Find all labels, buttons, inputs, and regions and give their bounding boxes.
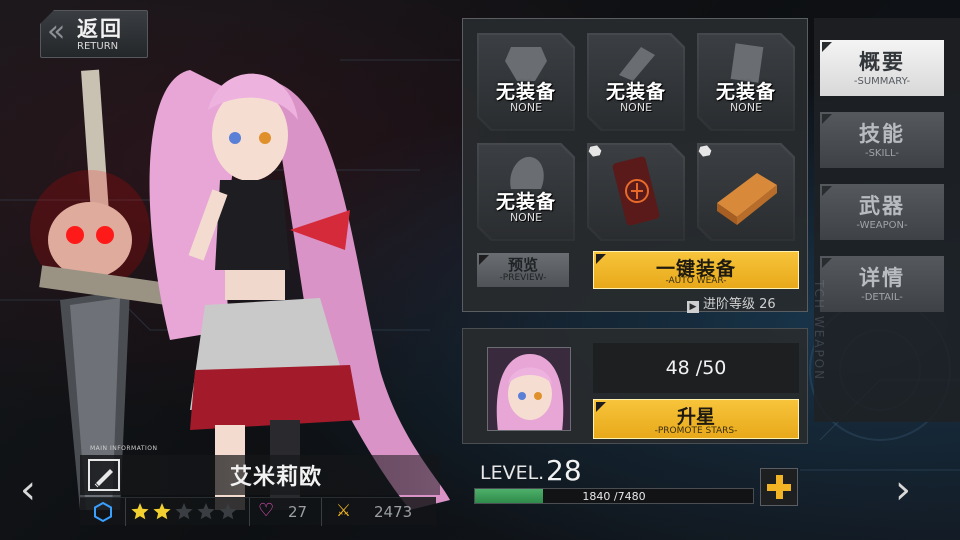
tab-weapon-sublabel: -WEAPON- bbox=[856, 220, 908, 231]
character-illustration bbox=[30, 69, 450, 510]
gem-badge-icon bbox=[587, 143, 602, 158]
advance-level-text: ▶ 进阶等级 26 bbox=[687, 293, 776, 313]
tab-detail-sublabel: -DETAIL- bbox=[861, 292, 903, 303]
red-rune-tablet-icon bbox=[612, 156, 660, 226]
tab-weapon[interactable]: 武器 -WEAPON- bbox=[820, 184, 944, 240]
add-exp-button[interactable] bbox=[760, 468, 798, 506]
auto-wear-sublabel: -AUTO WEAR- bbox=[665, 276, 727, 286]
next-character-arrow-icon[interactable]: › bbox=[895, 470, 911, 510]
edit-name-icon[interactable] bbox=[88, 459, 120, 491]
equip-slot-3[interactable]: 无装备 NONE bbox=[697, 33, 795, 131]
star-rating bbox=[126, 498, 250, 526]
equip-slot-2[interactable]: 无装备 NONE bbox=[587, 33, 685, 131]
crossed-swords-icon: ⚔ bbox=[336, 501, 352, 521]
character-portrait bbox=[487, 347, 571, 431]
promote-sublabel: -PROMOTE STARS- bbox=[654, 426, 738, 436]
character-name: 艾米莉欧 bbox=[230, 465, 323, 490]
advance-level-value: 进阶等级 26 bbox=[703, 297, 776, 312]
power-cell: ⚔ 2473 bbox=[322, 498, 436, 526]
auto-wear-button[interactable]: 一键装备 -AUTO WEAR- bbox=[593, 251, 799, 289]
level-value: 28 bbox=[546, 454, 582, 487]
equip-slot-6[interactable] bbox=[697, 143, 795, 241]
stat-row: ♡ 27 ⚔ 2473 bbox=[80, 497, 436, 526]
promote-panel: 48 /50 升星 -PROMOTE STARS- bbox=[462, 328, 808, 444]
main-info-label: MAIN INFORMATION bbox=[90, 445, 158, 452]
tab-summary-sublabel: -SUMMARY- bbox=[853, 76, 911, 87]
equip-slot-5[interactable] bbox=[587, 143, 685, 241]
affection-cell: ♡ 27 bbox=[250, 498, 322, 526]
watermark-text: TCH WEAPON bbox=[812, 280, 826, 382]
equipment-panel: 无装备 NONE 无装备 NONE 无装备 NONE 无装备 NONE 预览 -… bbox=[462, 18, 808, 313]
tab-summary[interactable]: 概要 -SUMMARY- bbox=[820, 40, 944, 96]
tab-weapon-label: 武器 bbox=[859, 194, 905, 218]
star-filled-icon bbox=[153, 503, 171, 520]
back-label: 返回 bbox=[77, 17, 123, 41]
brick-item-icon bbox=[717, 173, 777, 225]
xp-bar: 1840 /7480 bbox=[474, 488, 754, 504]
slot-3-label: 无装备 bbox=[715, 81, 776, 103]
stars-icon bbox=[131, 503, 237, 520]
name-row: 艾米莉欧 bbox=[80, 455, 440, 495]
slot-2-label: 无装备 bbox=[605, 81, 666, 103]
slot-1-label: 无装备 bbox=[495, 81, 556, 103]
gem-badge-icon bbox=[697, 143, 712, 158]
tab-skill-label: 技能 bbox=[859, 122, 905, 146]
slot-2-sublabel: NONE bbox=[619, 101, 653, 114]
star-empty-icon bbox=[219, 503, 237, 520]
side-tab-panel: 概要 -SUMMARY- 技能 -SKILL- 武器 -WEAPON- 详情 -… bbox=[814, 18, 960, 422]
preview-button[interactable]: 预览 -PREVIEW- bbox=[477, 253, 569, 287]
tab-skill[interactable]: 技能 -SKILL- bbox=[820, 112, 944, 168]
class-cell bbox=[80, 498, 126, 526]
character-info-panel: MAIN INFORMATION 艾米莉欧 ♡ 27 ⚔ 2473 bbox=[80, 445, 440, 527]
prev-character-arrow-icon[interactable]: ‹ bbox=[20, 470, 36, 510]
slot-3-sublabel: NONE bbox=[729, 101, 763, 114]
level-area: LEVEL. 28 1840 /7480 bbox=[474, 454, 804, 510]
slot-4-sublabel: NONE bbox=[509, 211, 543, 224]
portrait-avatar-icon bbox=[488, 348, 570, 430]
heart-icon: ♡ bbox=[258, 500, 275, 521]
tab-skill-sublabel: -SKILL- bbox=[864, 148, 900, 159]
promote-stars-button[interactable]: 升星 -PROMOTE STARS- bbox=[593, 399, 799, 439]
preview-label: 预览 bbox=[507, 256, 538, 274]
preview-sublabel: -PREVIEW- bbox=[499, 273, 547, 283]
star-filled-icon bbox=[131, 503, 149, 520]
star-shards-value: 48 /50 bbox=[665, 357, 727, 379]
promote-label: 升星 bbox=[676, 406, 715, 428]
star-empty-icon bbox=[197, 503, 215, 520]
tab-summary-label: 概要 bbox=[859, 50, 905, 74]
xp-text: 1840 /7480 bbox=[582, 490, 646, 503]
hexagon-icon bbox=[94, 501, 112, 523]
plus-icon-vertical bbox=[776, 475, 783, 499]
play-triangle-icon: ▶ bbox=[687, 301, 699, 313]
star-empty-icon bbox=[175, 503, 193, 520]
tab-detail-label: 详情 bbox=[859, 266, 905, 290]
tab-detail[interactable]: 详情 -DETAIL- bbox=[820, 256, 944, 312]
level-label: LEVEL. bbox=[480, 462, 545, 484]
slot-1-sublabel: NONE bbox=[509, 101, 543, 114]
affection-value: 27 bbox=[288, 503, 308, 521]
star-shards-box: 48 /50 bbox=[593, 343, 799, 393]
equip-slot-1[interactable]: 无装备 NONE bbox=[477, 33, 575, 131]
equip-slot-4[interactable]: 无装备 NONE bbox=[477, 143, 575, 241]
slot-4-label: 无装备 bbox=[495, 191, 556, 213]
power-value: 2473 bbox=[374, 503, 413, 521]
